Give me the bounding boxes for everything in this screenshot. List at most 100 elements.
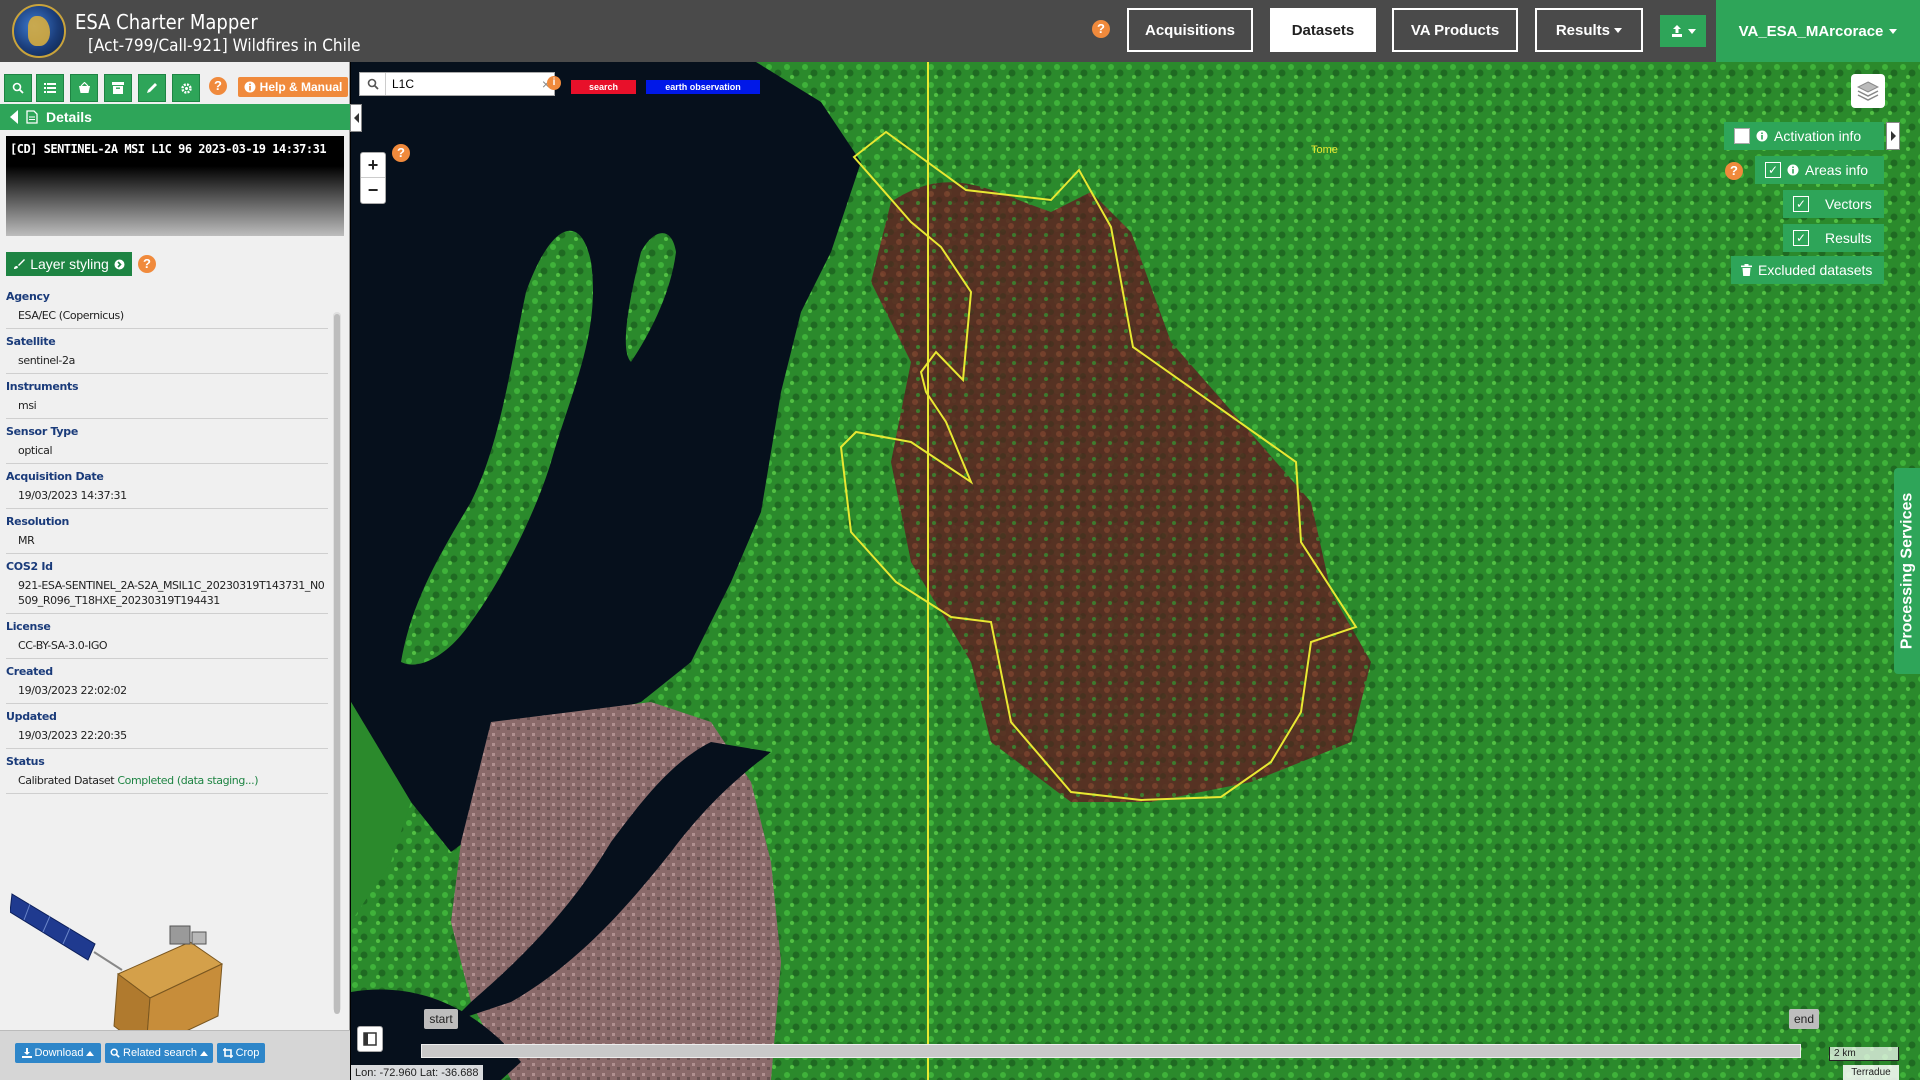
fullscreen-button[interactable] bbox=[357, 1026, 383, 1052]
download-button[interactable]: Download bbox=[15, 1043, 101, 1063]
help-icon[interactable]: ? bbox=[1725, 162, 1743, 180]
search-icon bbox=[110, 1048, 120, 1058]
search-tool-button[interactable] bbox=[4, 74, 32, 102]
help-icon[interactable]: ? bbox=[209, 77, 227, 95]
help-icon[interactable]: ? bbox=[392, 144, 410, 162]
settings-tool-button[interactable] bbox=[172, 74, 200, 102]
crop-button[interactable]: Crop bbox=[217, 1043, 265, 1063]
chevron-down-icon bbox=[1889, 28, 1898, 34]
help-icon[interactable]: ? bbox=[138, 255, 156, 273]
areas-info-checkbox[interactable]: ✓ bbox=[1765, 162, 1781, 178]
property-value: MR bbox=[18, 534, 35, 547]
user-name: VA_ESA_MArcorace bbox=[1738, 22, 1884, 40]
layers-button[interactable] bbox=[1851, 74, 1885, 108]
activation-info-toggle[interactable]: Activation info bbox=[1724, 122, 1884, 150]
zoom-in-button[interactable]: + bbox=[361, 153, 385, 178]
property-status: Status Calibrated Dataset Completed (dat… bbox=[6, 749, 328, 794]
product-title: [CD] SENTINEL-2A MSI L1C 96 2023-03-19 1… bbox=[10, 142, 327, 156]
vectors-checkbox[interactable]: ✓ bbox=[1793, 196, 1809, 212]
property-cos2-id: COS2 Id 921-ESA-SENTINEL_2A-S2A_MSIL1C_2… bbox=[6, 554, 328, 614]
timeline-end-label[interactable]: end bbox=[1789, 1009, 1819, 1029]
property-key: Instruments bbox=[6, 380, 79, 393]
areas-info-label: Areas info bbox=[1805, 162, 1869, 178]
help-icon[interactable]: ? bbox=[1092, 20, 1110, 38]
help-manual-button[interactable]: Help & Manual bbox=[238, 77, 348, 97]
timeline-track[interactable] bbox=[421, 1044, 1801, 1058]
processing-services-tab[interactable]: Processing Services bbox=[1894, 468, 1920, 674]
vectors-label: Vectors bbox=[1825, 196, 1872, 212]
property-key: Status bbox=[6, 755, 45, 768]
property-key: Acquisition Date bbox=[6, 470, 104, 483]
areas-info-toggle[interactable]: ✓ Areas info bbox=[1755, 156, 1884, 184]
upload-icon bbox=[1672, 25, 1682, 37]
nav-results-button[interactable]: Results bbox=[1535, 8, 1643, 52]
app-title: ESA Charter Mapper bbox=[75, 10, 258, 34]
zoom-out-button[interactable]: − bbox=[361, 178, 385, 203]
pencil-icon bbox=[147, 83, 157, 93]
property-value: sentinel-2a bbox=[18, 354, 75, 367]
properties-scrollbar[interactable] bbox=[333, 312, 341, 1014]
search-icon[interactable] bbox=[360, 73, 386, 95]
chevron-right-circle-icon bbox=[114, 259, 125, 269]
map-view[interactable]: Tome × i search earth observation + − ? … bbox=[351, 62, 1920, 1080]
help-manual-label: Help & Manual bbox=[259, 80, 343, 94]
excluded-datasets-button[interactable]: Excluded datasets bbox=[1731, 256, 1884, 284]
property-license: License CC-BY-SA-3.0-IGO bbox=[6, 614, 328, 659]
chevron-down-icon bbox=[1614, 27, 1623, 33]
brush-icon bbox=[14, 259, 26, 269]
nav-va-products-button[interactable]: VA Products bbox=[1392, 8, 1518, 52]
related-search-button[interactable]: Related search bbox=[105, 1043, 213, 1063]
property-agency: Agency ESA/EC (Copernicus) bbox=[6, 284, 328, 329]
collapse-left-panel-button[interactable] bbox=[350, 104, 362, 132]
property-value: 921-ESA-SENTINEL_2A-S2A_MSIL1C_20230319T… bbox=[18, 579, 325, 607]
left-panel: ? Help & Manual Details [CD] SENTINEL-2A… bbox=[0, 62, 350, 1080]
cursor-coordinates: Lon: -72.960 Lat: -36.688 bbox=[351, 1065, 483, 1080]
property-sensor-type: Sensor Type optical bbox=[6, 419, 328, 464]
property-value: 19/03/2023 14:37:31 bbox=[18, 489, 127, 502]
list-icon bbox=[44, 83, 56, 93]
nav-acquisitions-button[interactable]: Acquisitions bbox=[1127, 8, 1253, 52]
layer-styling-button[interactable]: Layer styling bbox=[6, 252, 132, 276]
download-label: Download bbox=[34, 1047, 84, 1059]
chevron-up-icon bbox=[86, 1050, 95, 1056]
timeline-start-label[interactable]: start bbox=[424, 1009, 458, 1029]
export-button[interactable] bbox=[1660, 15, 1706, 47]
search-tag[interactable]: search bbox=[571, 80, 636, 94]
vectors-toggle[interactable]: ✓ Vectors bbox=[1783, 190, 1884, 218]
place-label: Tome bbox=[1311, 144, 1338, 156]
property-satellite: Satellite sentinel-2a bbox=[6, 329, 328, 374]
timeline[interactable] bbox=[421, 1036, 1801, 1058]
trash-icon bbox=[1741, 264, 1752, 276]
results-toggle[interactable]: ✓ Results bbox=[1783, 224, 1884, 252]
results-checkbox[interactable]: ✓ bbox=[1793, 230, 1809, 246]
crop-label: Crop bbox=[235, 1047, 260, 1059]
excluded-datasets-label: Excluded datasets bbox=[1758, 262, 1873, 278]
download-icon bbox=[21, 1048, 32, 1058]
property-value: ESA/EC (Copernicus) bbox=[18, 309, 124, 322]
details-header[interactable]: Details bbox=[0, 104, 350, 130]
search-input[interactable] bbox=[386, 77, 542, 91]
property-key: Resolution bbox=[6, 515, 70, 528]
back-arrow-icon[interactable] bbox=[10, 110, 18, 124]
swipe-divider[interactable] bbox=[927, 62, 929, 1080]
collapse-right-panel-button[interactable] bbox=[1886, 122, 1900, 150]
search-icon bbox=[12, 82, 24, 94]
charter-logo[interactable] bbox=[12, 4, 66, 58]
status-badge: Completed (data staging...) bbox=[117, 774, 259, 787]
user-menu[interactable]: VA_ESA_MArcorace bbox=[1716, 0, 1920, 62]
info-icon[interactable]: i bbox=[547, 76, 561, 90]
archive-tool-button[interactable] bbox=[104, 74, 132, 102]
activation-info-label: Activation info bbox=[1774, 128, 1862, 144]
earth-observation-tag[interactable]: earth observation bbox=[646, 80, 760, 94]
top-bar: ESA Charter Mapper [Act-799/Call-921] Wi… bbox=[0, 0, 1920, 62]
basket-tool-button[interactable] bbox=[70, 74, 98, 102]
edit-tool-button[interactable] bbox=[138, 74, 166, 102]
related-search-label: Related search bbox=[123, 1047, 197, 1059]
activation-info-checkbox[interactable] bbox=[1734, 128, 1750, 144]
expand-icon bbox=[363, 1032, 377, 1046]
nav-datasets-button[interactable]: Datasets bbox=[1270, 8, 1376, 52]
property-updated: Updated 19/03/2023 22:20:35 bbox=[6, 704, 328, 749]
property-key: COS2 Id bbox=[6, 560, 53, 573]
list-tool-button[interactable] bbox=[36, 74, 64, 102]
results-label: Results bbox=[1825, 230, 1872, 246]
